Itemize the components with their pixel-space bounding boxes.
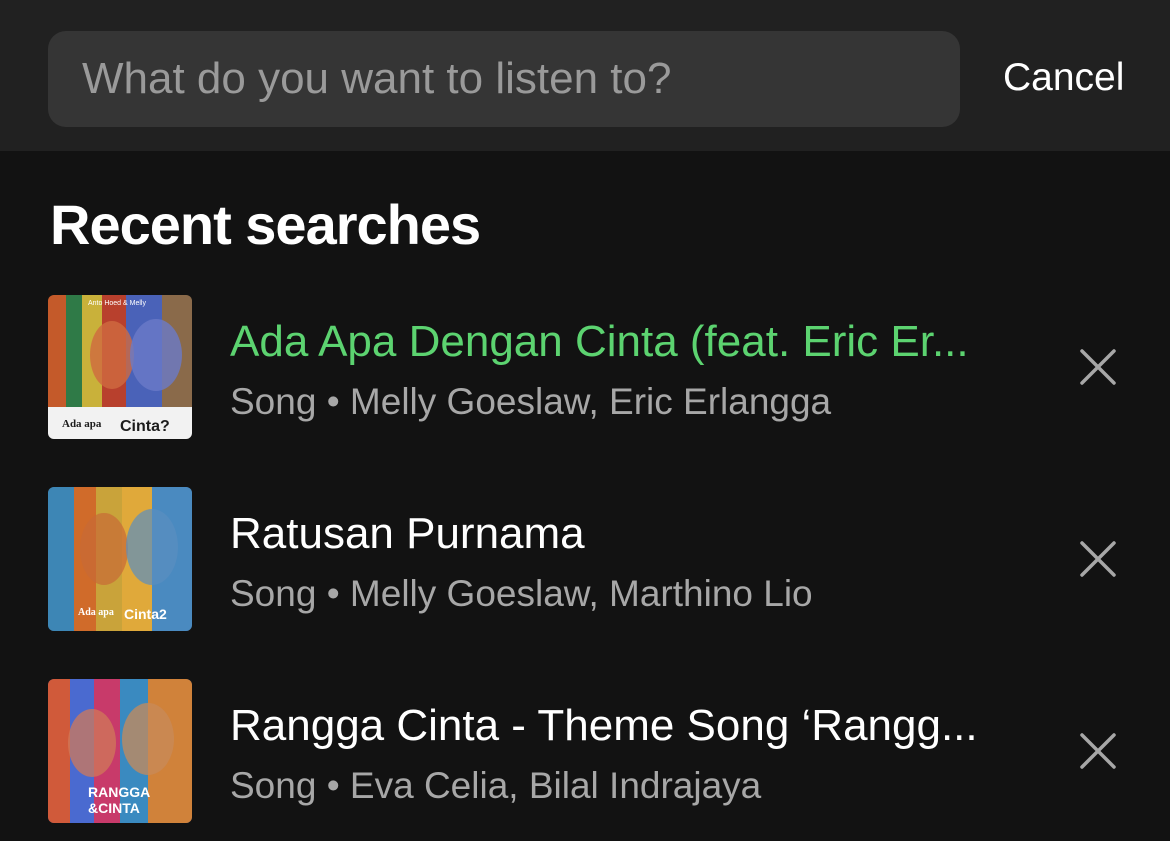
remove-button[interactable] — [1076, 729, 1120, 773]
search-input[interactable] — [82, 54, 960, 104]
svg-text:Ada apa: Ada apa — [62, 418, 102, 430]
close-icon — [1080, 733, 1116, 769]
svg-text:Anto Hoed & Melly: Anto Hoed & Melly — [88, 300, 146, 307]
album-artwork: Ada apa Cinta? Anto Hoed & Melly — [48, 295, 192, 439]
item-title: Ratusan Purnama — [230, 509, 585, 558]
item-title: Rangga Cinta - Theme Song ‘Rangg... — [230, 701, 978, 750]
item-subtitle: Song • Melly Goeslaw, Marthino Lio — [230, 573, 813, 614]
album-artwork: Ada apa Cinta2 — [48, 487, 192, 631]
item-subtitle: Song • Eva Celia, Bilal Indrajaya — [230, 765, 762, 806]
album-artwork: RANGGA &CINTA — [48, 679, 192, 823]
svg-text:&CINTA: &CINTA — [88, 800, 140, 816]
cancel-button[interactable]: Cancel — [1003, 56, 1124, 100]
svg-text:Cinta?: Cinta? — [120, 418, 170, 435]
remove-button[interactable] — [1076, 537, 1120, 581]
close-icon — [1080, 349, 1116, 385]
item-subtitle: Song • Melly Goeslaw, Eric Erlangga — [230, 381, 832, 422]
remove-button[interactable] — [1076, 345, 1120, 389]
close-icon — [1080, 541, 1116, 577]
recent-search-item[interactable]: Ada apa Cinta? Anto Hoed & Melly Ada Apa… — [0, 295, 1170, 441]
svg-text:RANGGA: RANGGA — [88, 784, 150, 800]
recent-search-item[interactable]: RANGGA &CINTA Rangga Cinta - Theme Song … — [0, 679, 1170, 825]
section-heading: Recent searches — [50, 193, 481, 256]
search-field[interactable] — [48, 31, 960, 127]
svg-text:Ada apa: Ada apa — [78, 607, 114, 618]
svg-text:Cinta2: Cinta2 — [124, 606, 167, 622]
search-header: Cancel — [0, 0, 1170, 151]
recent-search-item[interactable]: Ada apa Cinta2 Ratusan Purnama Song • Me… — [0, 487, 1170, 633]
item-title: Ada Apa Dengan Cinta (feat. Eric Er... — [230, 317, 969, 366]
